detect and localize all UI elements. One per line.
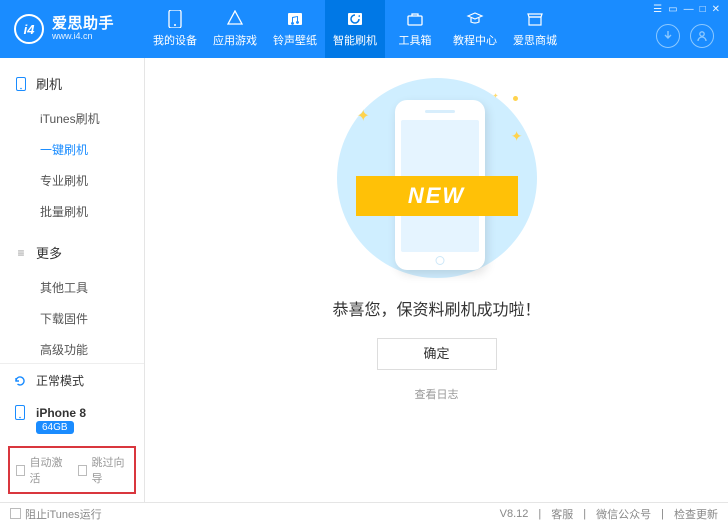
nav-label: 我的设备 [153,32,197,48]
logo-icon: i4 [14,14,44,44]
sidebar-items-more: 其他工具 下载固件 高级功能 [0,268,144,363]
top-nav: 我的设备 应用游戏 铃声壁纸 智能刷机 工具箱 教程中心 爱思商城 [145,0,565,58]
sidebar-item-oneclick-flash[interactable]: 一键刷机 [0,134,144,165]
checkbox-label: 跳过向导 [91,454,128,486]
sidebar-item-itunes-flash[interactable]: iTunes刷机 [0,103,144,134]
sparkle-icon: ✦ [511,128,523,145]
brand-url: www.i4.cn [52,32,114,42]
nav-store[interactable]: 爱思商城 [505,0,565,58]
sidebar-item-other-tools[interactable]: 其他工具 [0,272,144,303]
checkbox-label: 自动激活 [29,454,66,486]
success-illustration: NEW ✦ ✦ ✦ [327,78,547,278]
download-button[interactable] [656,24,680,48]
activation-options: 自动激活 跳过向导 [8,446,136,494]
refresh-icon [12,374,28,388]
maximize-icon[interactable]: □ [700,4,706,15]
flash-icon [345,10,365,28]
ok-button[interactable]: 确定 [377,338,497,370]
apps-icon [225,10,245,28]
brand-name: 爱思助手 [52,16,114,33]
device-name: iPhone 8 [36,406,86,420]
close-icon[interactable]: ✕ [712,4,720,15]
success-message: 恭喜您，保资料刷机成功啦！ [145,296,728,320]
sparkle-icon: ✦ [493,92,499,100]
status-bar: 阻止iTunes运行 V8.12 | 客服 | 微信公众号 | 检查更新 [0,502,728,524]
nav-label: 工具箱 [399,32,432,48]
nav-flash[interactable]: 智能刷机 [325,0,385,58]
nav-label: 教程中心 [453,32,497,48]
version-label: V8.12 [500,508,529,520]
minimize-icon[interactable]: — [684,4,694,15]
nav-label: 智能刷机 [333,32,377,48]
phone-icon [165,10,185,28]
sidebar-section-title: 刷机 [36,74,62,93]
phone-icon [14,77,28,91]
app-body: 刷机 iTunes刷机 一键刷机 专业刷机 批量刷机 ≡ 更多 其他工具 下载固… [0,58,728,502]
sidebar-section-title: 更多 [36,243,62,262]
device-icon [12,405,28,420]
nav-label: 应用游戏 [213,32,257,48]
nav-my-device[interactable]: 我的设备 [145,0,205,58]
nav-apps[interactable]: 应用游戏 [205,0,265,58]
ringtone-icon [285,10,305,28]
nav-label: 铃声壁纸 [273,32,317,48]
dot-icon [513,96,518,101]
skip-wizard-checkbox[interactable]: 跳过向导 [78,454,128,486]
nav-label: 爱思商城 [513,32,557,48]
checkbox-icon [10,508,21,519]
skin-icon[interactable]: ▭ [668,4,677,15]
update-link[interactable]: 检查更新 [674,506,718,522]
sidebar-item-download-firmware[interactable]: 下载固件 [0,303,144,334]
auto-activate-checkbox[interactable]: 自动激活 [16,454,66,486]
ribbon-body: NEW [356,176,518,216]
tutorial-icon [465,10,485,28]
nav-tutorial[interactable]: 教程中心 [445,0,505,58]
sparkle-icon: ✦ [357,106,370,126]
mode-label: 正常模式 [36,372,84,389]
sidebar-item-batch-flash[interactable]: 批量刷机 [0,196,144,227]
menu-icon[interactable]: ☰ [653,4,662,15]
footer-right: V8.12 | 客服 | 微信公众号 | 检查更新 [500,506,718,522]
brand-block: i4 爱思助手 www.i4.cn [0,14,145,44]
checkbox-icon [16,465,25,476]
sidebar-items-flash: iTunes刷机 一键刷机 专业刷机 批量刷机 [0,99,144,237]
sidebar-scroll: 刷机 iTunes刷机 一键刷机 专业刷机 批量刷机 ≡ 更多 其他工具 下载固… [0,58,144,363]
menu-icon: ≡ [14,246,28,260]
sidebar-bottom: 正常模式 iPhone 8 64GB 自动激活 跳过向导 [0,363,144,502]
device-card[interactable]: iPhone 8 64GB [0,397,144,440]
separator: | [583,508,586,520]
sidebar-section-flash[interactable]: 刷机 [0,68,144,99]
user-button[interactable] [690,24,714,48]
checkbox-label: 阻止iTunes运行 [25,506,102,522]
mode-card[interactable]: 正常模式 [0,364,144,397]
toolbox-icon [405,10,425,28]
view-log-link[interactable]: 查看日志 [145,386,728,402]
sidebar: 刷机 iTunes刷机 一键刷机 专业刷机 批量刷机 ≡ 更多 其他工具 下载固… [0,58,145,502]
nav-toolbox[interactable]: 工具箱 [385,0,445,58]
new-ribbon: NEW [332,168,542,228]
header-right-buttons [656,24,714,48]
sidebar-item-advanced[interactable]: 高级功能 [0,334,144,363]
phone-home-button [435,256,444,265]
title-bar: i4 爱思助手 www.i4.cn 我的设备 应用游戏 铃声壁纸 智能刷机 工具… [0,0,728,58]
checkbox-icon [78,465,87,476]
support-link[interactable]: 客服 [551,506,573,522]
wechat-link[interactable]: 微信公众号 [596,506,651,522]
main-panel: NEW ✦ ✦ ✦ 恭喜您，保资料刷机成功啦！ 确定 查看日志 [145,58,728,502]
block-itunes-checkbox[interactable]: 阻止iTunes运行 [10,506,102,522]
window-controls: ☰ ▭ — □ ✕ [653,4,720,15]
separator: | [661,508,664,520]
sidebar-item-pro-flash[interactable]: 专业刷机 [0,165,144,196]
nav-ringtone[interactable]: 铃声壁纸 [265,0,325,58]
brand-text: 爱思助手 www.i4.cn [52,16,114,42]
footer-left: 阻止iTunes运行 [10,506,102,522]
device-storage-badge: 64GB [36,421,74,434]
separator: | [538,508,541,520]
sidebar-section-more[interactable]: ≡ 更多 [0,237,144,268]
store-icon [525,10,545,28]
